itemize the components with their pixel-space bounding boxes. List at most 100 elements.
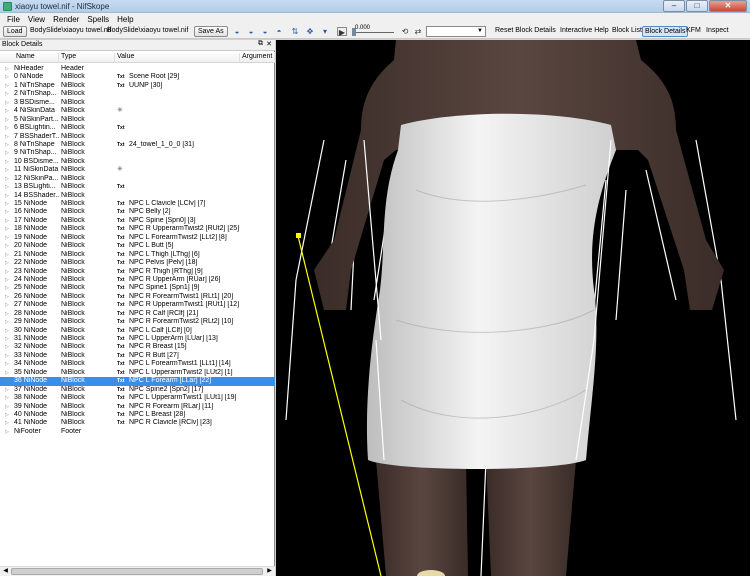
tree-row[interactable]: ▷ 8 NiTriShape NiBlock Txt 24_towel_1_0_0 [3…: [0, 141, 275, 149]
tree-row[interactable]: ▷ 4 NiSkinData NiBlock ✳: [0, 107, 275, 115]
render-viewport[interactable]: [276, 40, 750, 576]
expand-icon[interactable]: ▷: [5, 343, 9, 351]
view-side-icon[interactable]: ◒: [260, 27, 270, 36]
menu-render[interactable]: Render: [49, 15, 83, 24]
expand-icon[interactable]: ▷: [5, 183, 9, 191]
column-value[interactable]: Value: [115, 53, 240, 63]
expand-icon[interactable]: ▷: [5, 335, 9, 343]
selected-bone-handle[interactable]: [296, 233, 301, 238]
expand-icon[interactable]: ▷: [5, 419, 9, 427]
expand-icon[interactable]: ▷: [5, 133, 9, 141]
expand-icon[interactable]: ▷: [5, 65, 9, 73]
kfm-button[interactable]: KFM: [686, 27, 701, 34]
expand-icon[interactable]: ▷: [5, 293, 9, 301]
tree-row[interactable]: ▷ 7 BSShaderT... NiBlock: [0, 133, 275, 141]
view-top-icon[interactable]: ◒: [232, 27, 242, 36]
expand-icon[interactable]: ▷: [5, 149, 9, 157]
expand-icon[interactable]: ▷: [5, 301, 9, 309]
tree-row[interactable]: ▷ 38 NiNode NiBlock Txt NPC L UpperarmTwist1…: [0, 394, 275, 402]
float-icon[interactable]: ⧉: [258, 40, 263, 48]
expand-icon[interactable]: ▷: [5, 90, 9, 98]
tree-row[interactable]: ▷ 29 NiNode NiBlock Txt NPC R ForearmTwist2 …: [0, 318, 275, 326]
reset-block-details-button[interactable]: Reset Block Details: [495, 27, 556, 34]
expand-icon[interactable]: ▷: [5, 386, 9, 394]
expand-icon[interactable]: ▷: [5, 124, 9, 132]
tree-row[interactable]: ▷ 31 NiNode NiBlock Txt NPC L UpperArm [LUar…: [0, 335, 275, 343]
load-path[interactable]: BodySlide\xiaoyu towel.nif: [30, 27, 111, 34]
tree-row[interactable]: ▷ 20 NiNode NiBlock Txt NPC L Butt [5]: [0, 242, 275, 250]
tree-row[interactable]: ▷ 22 NiNode NiBlock Txt NPC Pelvis [Pelv] [1…: [0, 259, 275, 267]
save-as-button[interactable]: Save As: [194, 26, 228, 37]
view-user-icon[interactable]: ◓: [274, 27, 284, 36]
tree-row[interactable]: ▷ 1 NiTriShape NiBlock Txt UUNP [30]: [0, 82, 275, 90]
expand-icon[interactable]: ▷: [5, 360, 9, 368]
expand-icon[interactable]: ▷: [5, 217, 9, 225]
walk-mode-icon[interactable]: ✥: [305, 27, 315, 36]
expand-icon[interactable]: ▷: [5, 411, 9, 419]
expand-icon[interactable]: ▷: [5, 208, 9, 216]
tree-row[interactable]: ▷ 36 NiNode NiBlock Txt NPC L Forearm [LLar]…: [0, 377, 275, 386]
column-name[interactable]: Name: [14, 53, 59, 63]
expand-icon[interactable]: ▷: [5, 82, 9, 90]
tree-row[interactable]: ▷ 32 NiNode NiBlock Txt NPC R Breast [15]: [0, 343, 275, 351]
expand-icon[interactable]: ▷: [5, 428, 9, 436]
tree-row[interactable]: ▷ 41 NiNode NiBlock Txt NPC R Clavicle [RClv…: [0, 419, 275, 427]
tree-row[interactable]: ▷ 33 NiNode NiBlock Txt NPC R Butt [27]: [0, 352, 275, 360]
menu-help[interactable]: Help: [113, 15, 137, 24]
interactive-help-button[interactable]: Interactive Help: [560, 27, 609, 34]
expand-icon[interactable]: ▷: [5, 369, 9, 377]
horizontal-scrollbar[interactable]: ◀ ▶: [0, 566, 275, 576]
expand-icon[interactable]: ▷: [5, 276, 9, 284]
flip-view-icon[interactable]: ⇅: [290, 27, 300, 36]
tree-row[interactable]: ▷ 21 NiNode NiBlock Txt NPC L Thigh [LThg] […: [0, 251, 275, 259]
tree-row[interactable]: ▷ 23 NiNode NiBlock Txt NPC R Thigh [RThg] […: [0, 268, 275, 276]
menu-view[interactable]: View: [24, 15, 49, 24]
tree-row[interactable]: ▷ 3 BSDisme... NiBlock: [0, 99, 275, 107]
expand-icon[interactable]: ▷: [5, 158, 9, 166]
menu-file[interactable]: File: [3, 15, 24, 24]
expand-icon[interactable]: ▷: [5, 242, 9, 250]
tree-row[interactable]: ▷ 28 NiNode NiBlock Txt NPC R Calf [RClf] [2…: [0, 310, 275, 318]
tree-row[interactable]: ▷ 14 BSShader... NiBlock: [0, 192, 275, 200]
tree-row[interactable]: ▷ 16 NiNode NiBlock Txt NPC Belly [2]: [0, 208, 275, 216]
expand-icon[interactable]: ▷: [5, 251, 9, 259]
title-bar[interactable]: xiaoyu towel.nif - NifSkope – □ ✕: [0, 0, 750, 13]
inspect-button[interactable]: Inspect: [706, 27, 729, 34]
tree-row[interactable]: ▷ 18 NiNode NiBlock Txt NPC R UpperarmTwist2…: [0, 225, 275, 233]
close-button[interactable]: ✕: [709, 0, 747, 12]
expand-icon[interactable]: ▷: [5, 310, 9, 318]
expand-icon[interactable]: ▷: [5, 225, 9, 233]
tree-row[interactable]: ▷ 6 BSLightin... NiBlock Txt: [0, 124, 275, 132]
expand-icon[interactable]: ▷: [5, 318, 9, 326]
scroll-right-icon[interactable]: ▶: [265, 567, 274, 576]
tree-row[interactable]: ▷ 39 NiNode NiBlock Txt NPC R Forearm [RLar]…: [0, 403, 275, 411]
save-path[interactable]: BodySlide\xiaoyu towel.nif: [107, 27, 188, 34]
tree-row[interactable]: ▷ 2 NiTriShap... NiBlock: [0, 90, 275, 98]
tree-row[interactable]: ▷ 26 NiNode NiBlock Txt NPC R ForearmTwist1 …: [0, 293, 275, 301]
expand-icon[interactable]: ▷: [5, 200, 9, 208]
view-dropdown-icon[interactable]: ▾: [320, 27, 330, 36]
tree-row[interactable]: ▷ 0 NiNode NiBlock Txt Scene Root [29]: [0, 73, 275, 81]
tree-row[interactable]: ▷ 35 NiNode NiBlock Txt NPC L UpperarmTwist2…: [0, 369, 275, 377]
minimize-button[interactable]: –: [663, 0, 685, 12]
column-type[interactable]: Type: [59, 53, 115, 63]
tree-row[interactable]: ▷ 27 NiNode NiBlock Txt NPC R UpperarmTwist1…: [0, 301, 275, 309]
load-button[interactable]: Load: [3, 26, 27, 37]
expand-icon[interactable]: ▷: [5, 175, 9, 183]
expand-icon[interactable]: ▷: [5, 327, 9, 335]
scroll-left-icon[interactable]: ◀: [1, 567, 10, 576]
expand-icon[interactable]: ▷: [5, 394, 9, 402]
tree-row[interactable]: ▷ 40 NiNode NiBlock Txt NPC L Breast [28]: [0, 411, 275, 419]
expand-icon[interactable]: ▷: [5, 259, 9, 267]
expand-icon[interactable]: ▷: [5, 403, 9, 411]
tree-row[interactable]: ▷ 5 NiSkinPart... NiBlock: [0, 116, 275, 124]
expand-icon[interactable]: ▷: [5, 107, 9, 115]
expand-icon[interactable]: ▷: [5, 284, 9, 292]
scrollbar-thumb[interactable]: [11, 568, 263, 575]
menu-spells[interactable]: Spells: [83, 15, 113, 24]
tree-row[interactable]: ▷ NiFooter Footer: [0, 428, 275, 436]
tree-row[interactable]: ▷ 19 NiNode NiBlock Txt NPC L ForearmTwist2 …: [0, 234, 275, 242]
column-argument[interactable]: Argument: [240, 53, 275, 63]
expand-icon[interactable]: ▷: [5, 141, 9, 149]
tree-row[interactable]: ▷ 34 NiNode NiBlock Txt NPC L ForearmTwist1 …: [0, 360, 275, 368]
